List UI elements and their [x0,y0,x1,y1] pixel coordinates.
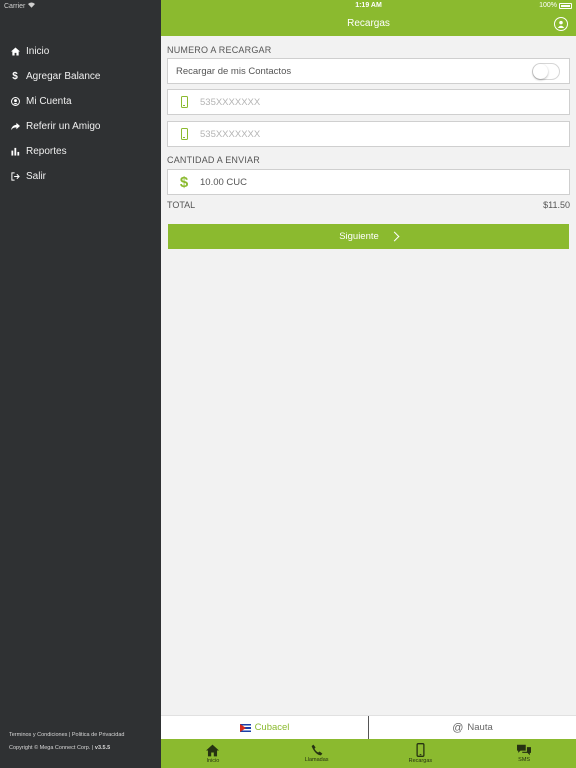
tab-recargas[interactable]: Recargas [369,739,473,768]
sidebar-item-label: Reportes [26,146,67,157]
amount-value[interactable]: 10.00 CUC [200,177,247,188]
dollar-icon: $ [12,71,18,82]
sidebar-item-reportes[interactable]: Reportes [0,139,161,164]
at-icon: @ [452,721,464,734]
sidebar-item-referir[interactable]: Referir un Amigo [0,114,161,139]
sidebar: Inicio $ Agregar Balance Mi Cuenta Refer… [0,12,161,768]
chat-icon [517,744,532,756]
home-icon [10,47,20,56]
logout-icon [10,172,20,181]
cuba-flag-icon [239,723,251,732]
contacts-toggle-label: Recargar de mis Contactos [176,65,292,77]
battery-status: 100% [539,2,572,9]
version-label: v3.5.5 [94,745,111,751]
siguiente-button[interactable]: Siguiente [168,224,569,249]
home-icon [206,744,220,757]
tab-label: Llamadas [304,757,329,763]
phone-number-field-2[interactable] [167,121,570,147]
status-time: 1:19 AM [355,2,382,9]
sidebar-footer: Terminos y Condiciones | Politica de Pri… [9,729,124,755]
profile-button[interactable] [554,17,568,31]
carrier-label: Carrier [4,2,26,10]
tab-inicio[interactable]: Inicio [161,739,265,768]
segment-cubacel-label: Cubacel [254,722,290,733]
tab-label: Recargas [408,758,433,764]
siguiente-label: Siguiente [339,231,379,242]
sidebar-item-label: Inicio [26,46,50,57]
total-row: TOTAL $11.50 [167,200,570,210]
toggle-knob [533,64,548,79]
dollar-icon: $ [179,173,189,191]
battery-icon [559,2,572,9]
tab-llamadas[interactable]: Llamadas [265,739,369,768]
bottom-tab-bar: Inicio Llamadas Recargas SMS [161,739,576,768]
sidebar-item-label: Mi Cuenta [26,96,72,107]
mobile-phone-icon [168,128,200,140]
sidebar-item-label: Salir [26,171,47,182]
mobile-phone-icon [168,96,200,108]
copyright-line: Copyright © Mega Connect Corp. | v3.5.5 [9,742,124,755]
sidebar-menu: Inicio $ Agregar Balance Mi Cuenta Refer… [0,39,161,189]
share-icon [10,122,20,131]
wifi-icon [28,2,36,10]
amount-field[interactable]: $ 10.00 CUC [167,169,570,195]
status-bar-right: 1:19 AM 100% [161,0,576,12]
sidebar-item-agregar-balance[interactable]: $ Agregar Balance [0,64,161,89]
contacts-toggle[interactable] [532,63,560,80]
tab-label: Inicio [206,757,220,764]
battery-percent: 100% [539,2,557,9]
phone-number-field-1[interactable] [167,89,570,115]
segment-cubacel[interactable]: Cubacel [161,716,368,739]
phone-number-input-1[interactable] [200,96,400,108]
copyright-text: Copyright © Mega Connect Corp. | [9,745,94,751]
recargas-form: NUMERO A RECARGAR Recargar de mis Contac… [161,36,576,715]
segment-nauta-label: Nauta [467,722,493,733]
phone-icon [311,744,323,756]
contacts-toggle-row[interactable]: Recargar de mis Contactos [167,58,570,84]
segment-nauta[interactable]: @ Nauta [368,716,576,739]
legal-links[interactable]: Terminos y Condiciones | Politica de Pri… [9,729,124,742]
phone-number-input-2[interactable] [200,128,400,140]
page-title: Recargas [347,18,390,29]
user-icon [10,97,20,106]
status-bar-left: Carrier [0,0,161,12]
sidebar-item-label: Referir un Amigo [26,121,101,132]
user-icon [557,15,565,33]
total-value: $11.50 [543,200,570,210]
sidebar-item-mi-cuenta[interactable]: Mi Cuenta [0,89,161,114]
tab-label: SMS [518,757,531,763]
chevron-right-icon [389,231,400,242]
number-section-label: NUMERO A RECARGAR [167,45,272,55]
mobile-icon [416,743,425,757]
service-segment: Cubacel @ Nauta [161,715,576,739]
sidebar-item-inicio[interactable]: Inicio [0,39,161,64]
tab-sms[interactable]: SMS [472,739,576,768]
top-header: Recargas [161,12,576,36]
total-label: TOTAL [167,200,196,210]
sidebar-item-label: Agregar Balance [26,71,101,82]
sidebar-item-salir[interactable]: Salir [0,164,161,189]
amount-section-label: CANTIDAD A ENVIAR [167,155,260,165]
bar-chart-icon [10,147,20,156]
